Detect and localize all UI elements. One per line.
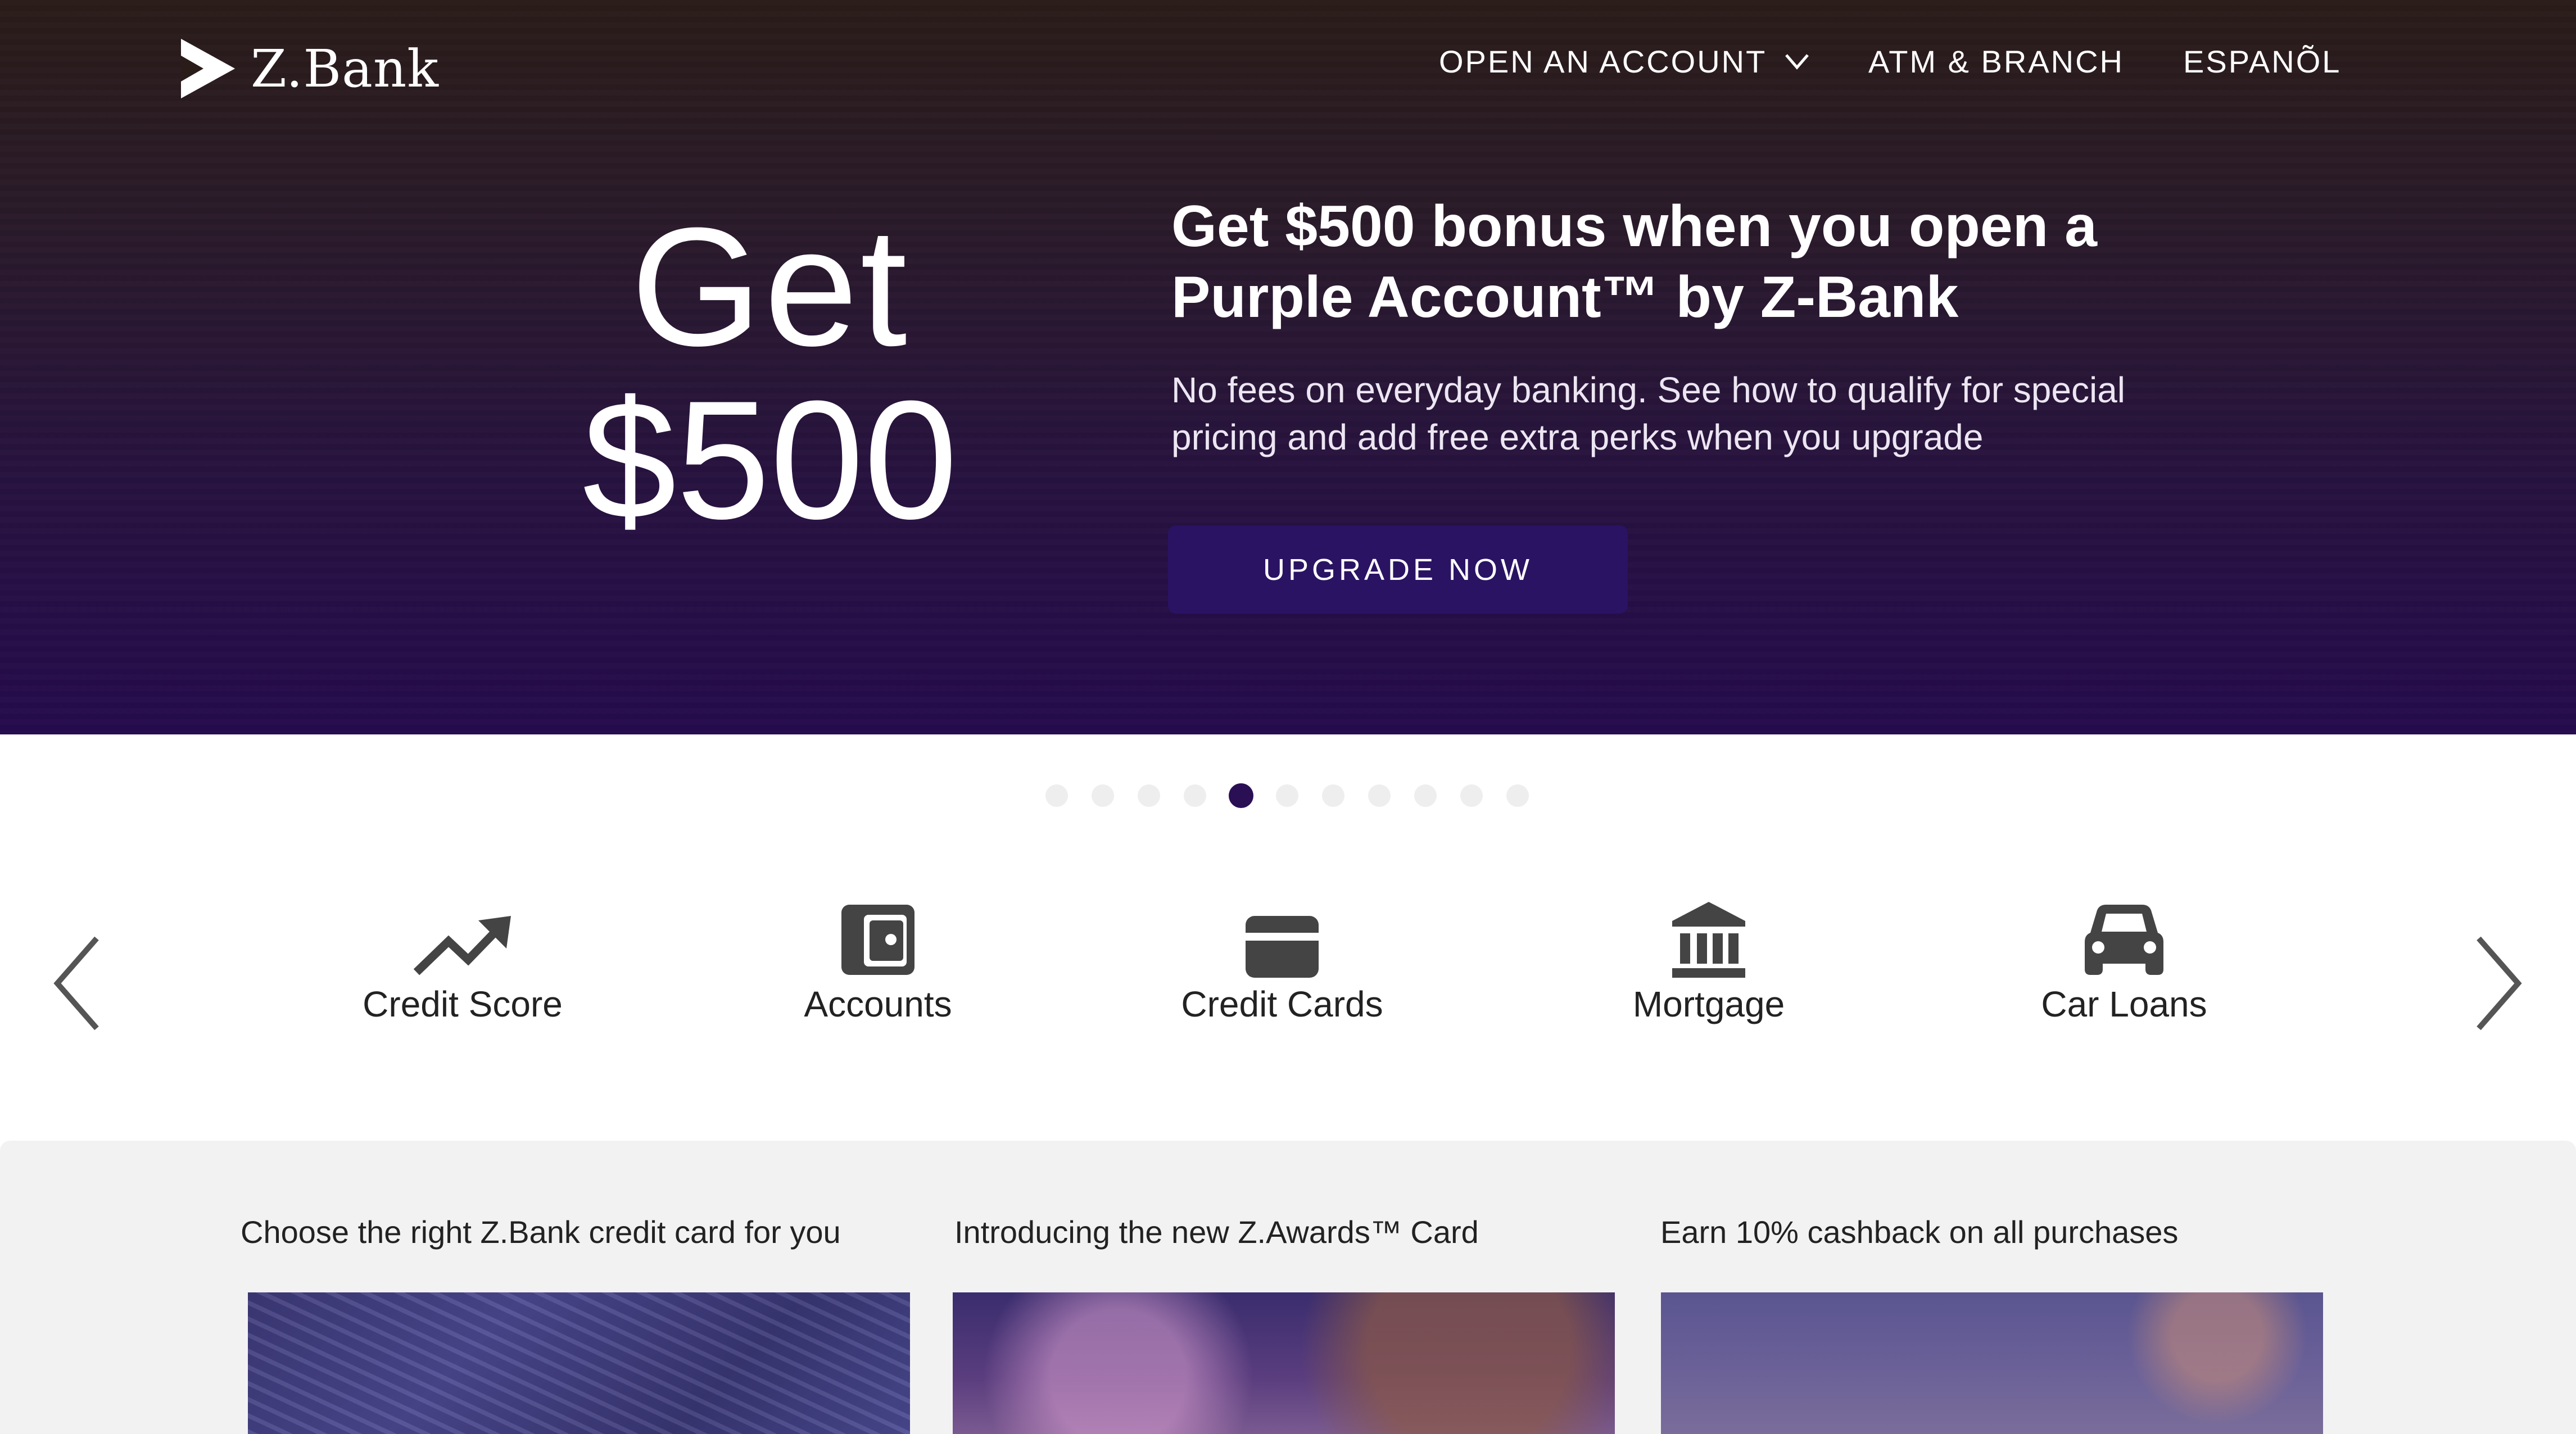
hero-big-amount: $500 — [582, 365, 958, 554]
credit-card-icon — [1246, 916, 1319, 978]
nav-atm-branch-label: ATM & BRANCH — [1868, 43, 2124, 79]
card-image-woman[interactable] — [953, 1292, 1615, 1434]
quick-link-label: Mortgage — [1632, 984, 1785, 1024]
upgrade-now-button[interactable]: UPGRADE NOW — [1168, 525, 1628, 614]
carousel-dot[interactable] — [1460, 784, 1483, 807]
nav-atm-branch[interactable]: ATM & BRANCH — [1868, 38, 2124, 84]
logo[interactable]: Z.Bank — [181, 35, 439, 102]
nav-espanol-label: ESPANÕL — [2183, 43, 2342, 79]
card-image-man[interactable] — [1661, 1292, 2323, 1434]
carousel-dot[interactable] — [1322, 784, 1344, 807]
carousel-dot[interactable] — [1138, 784, 1160, 807]
carousel-dot[interactable] — [1368, 784, 1391, 807]
chevron-left-icon[interactable] — [46, 933, 108, 1034]
quick-link-label: Car Loans — [2041, 984, 2207, 1024]
carousel-dot-active[interactable] — [1229, 783, 1253, 808]
hero-big-get: Get — [631, 192, 909, 381]
carousel-dot[interactable] — [1414, 784, 1437, 807]
nav-espanol[interactable]: ESPANÕL — [2183, 38, 2341, 84]
hero-subtext: No fees on everyday banking. See how to … — [1171, 370, 2125, 457]
hero-headline: Get $500 bonus when you open a Purple Ac… — [1171, 194, 2097, 330]
quick-link-car-loans[interactable]: Car Loans — [1984, 899, 2265, 1025]
chevron-right-icon[interactable] — [2468, 933, 2529, 1034]
carousel-dot[interactable] — [1184, 784, 1206, 807]
carousel-dot[interactable] — [1045, 784, 1068, 807]
card-title[interactable]: Introducing the new Z.Awards™ Card — [954, 1214, 1479, 1250]
zbank-logo-icon — [181, 39, 235, 98]
chevron-down-icon — [1785, 54, 1809, 70]
wallet-icon — [841, 905, 914, 975]
quick-link-label: Accounts — [804, 984, 952, 1024]
quick-link-label: Credit Cards — [1181, 984, 1383, 1024]
trending-up-icon — [413, 916, 511, 975]
card-image-money[interactable] — [248, 1292, 910, 1434]
logo-text: Z.Bank — [251, 38, 440, 99]
quick-link-label: Credit Score — [363, 984, 563, 1024]
quick-link-mortgage[interactable]: Mortgage — [1568, 899, 1849, 1025]
quick-link-credit-cards[interactable]: Credit Cards — [1142, 899, 1423, 1025]
carousel-dot[interactable] — [1092, 784, 1114, 807]
card-title[interactable]: Choose the right Z.Bank credit card for … — [241, 1214, 841, 1250]
nav-open-account-label: OPEN AN ACCOUNT — [1439, 43, 1767, 79]
carousel-dots — [0, 783, 2576, 808]
carousel-dot[interactable] — [1276, 784, 1298, 807]
nav-open-account[interactable]: OPEN AN ACCOUNT — [1439, 38, 1809, 84]
carousel-dot[interactable] — [1506, 784, 1529, 807]
card-title[interactable]: Earn 10% cashback on all purchases — [1660, 1214, 2178, 1250]
quick-link-accounts[interactable]: Accounts — [737, 899, 1018, 1025]
bank-icon — [1672, 902, 1745, 978]
quick-link-credit-score[interactable]: Credit Score — [322, 899, 603, 1025]
car-icon — [2085, 905, 2163, 975]
